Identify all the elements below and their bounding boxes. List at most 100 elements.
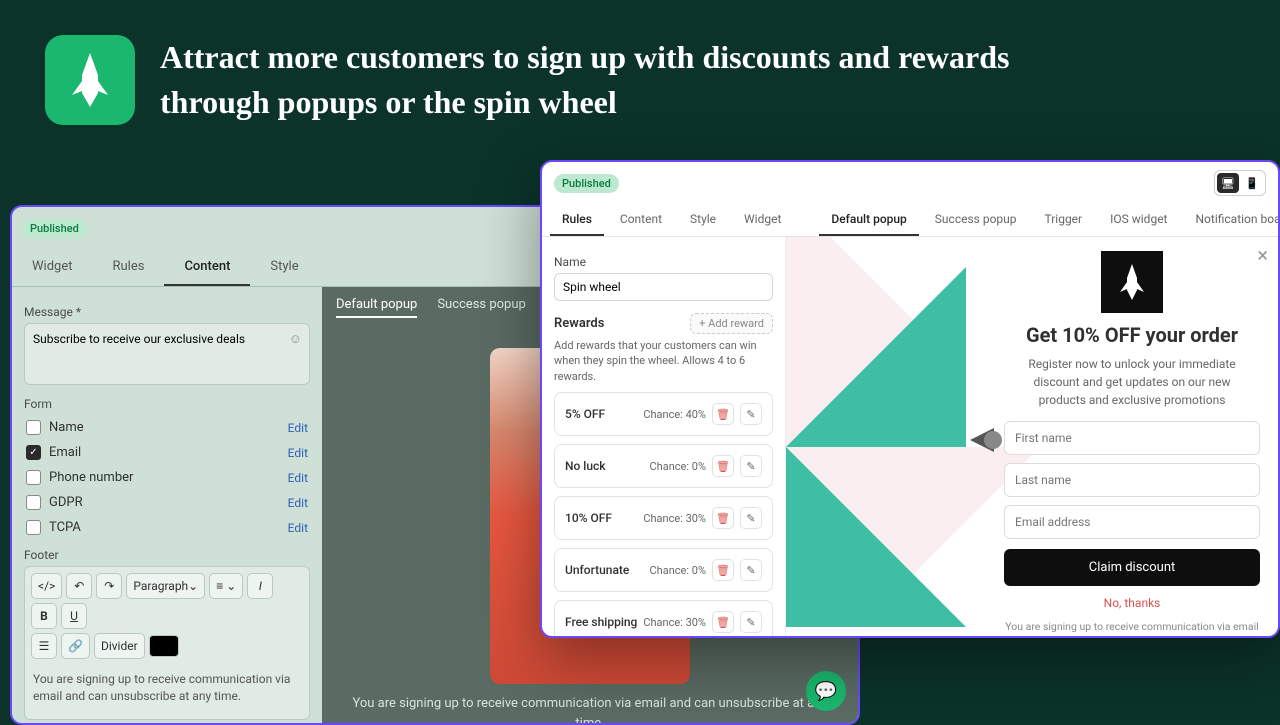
tab-widget[interactable]: Widget [12, 249, 92, 286]
desktop-icon[interactable]: 🖥 [1217, 173, 1239, 193]
edit-link[interactable]: Edit [288, 471, 308, 485]
preview-tab[interactable]: Trigger [1033, 204, 1095, 236]
reward-name: 10% OFF [565, 511, 612, 525]
reward-card: 10% OFF Chance: 30% 🗑 ✎ [554, 496, 773, 540]
align-icon[interactable]: ≡ ⌄ [209, 573, 243, 599]
preview-tab[interactable]: Success popup [437, 297, 526, 318]
checkbox[interactable] [26, 495, 41, 510]
form-section-label: Form [24, 397, 310, 411]
last-name-input[interactable] [1004, 463, 1260, 497]
edit-icon[interactable]: ✎ [740, 611, 762, 633]
reward-chance: Chance: 0% [650, 460, 707, 473]
chat-icon[interactable]: 💬 [806, 671, 846, 711]
edit-link[interactable]: Edit [288, 496, 308, 510]
edit-link[interactable]: Edit [288, 421, 308, 435]
italic-button[interactable]: I [247, 573, 273, 599]
tab-rules[interactable]: Rules [550, 204, 604, 236]
reward-chance: Chance: 30% [643, 616, 706, 629]
reward-name: Unfortunate [565, 563, 629, 577]
tab-style[interactable]: Style [250, 249, 318, 286]
tab-content[interactable]: Content [608, 204, 674, 236]
delete-icon[interactable]: 🗑 [712, 403, 734, 425]
decline-link[interactable]: No, thanks [1004, 596, 1260, 610]
form-field-row: TCPA Edit [24, 515, 310, 540]
form-field-row: ✓ Email Edit [24, 440, 310, 465]
form-field-row: GDPR Edit [24, 490, 310, 515]
hero-tagline: Attract more customers to sign up with d… [160, 35, 1100, 125]
reward-card: No luck Chance: 0% 🗑 ✎ [554, 444, 773, 488]
preview-tab[interactable]: Success popup [923, 204, 1029, 236]
underline-button[interactable]: U [61, 603, 87, 629]
rewards-label: Rewards [554, 316, 604, 331]
checkbox[interactable] [26, 420, 41, 435]
status-badge: Published [554, 174, 619, 193]
footer-section-label: Footer [24, 548, 310, 562]
rocket-icon [66, 51, 114, 109]
reward-card: 5% OFF Chance: 40% 🗑 ✎ [554, 392, 773, 436]
form-field-row: Phone number Edit [24, 465, 310, 490]
tab-content[interactable]: Content [164, 249, 250, 286]
delete-icon[interactable]: 🗑 [712, 455, 734, 477]
spin-wheel[interactable]: 5% OFFNo luck10% OFFUnfortunateFree ship… [786, 237, 986, 638]
preview-tab[interactable]: Default popup [819, 204, 918, 236]
promo-title: Get 10% OFF your order [1004, 323, 1260, 347]
edit-icon[interactable]: ✎ [740, 507, 762, 529]
edit-link[interactable]: Edit [288, 521, 308, 535]
paragraph-select[interactable]: Paragraph ⌄ [126, 573, 205, 599]
reward-name: No luck [565, 459, 606, 473]
promo-disclaimer: You are signing up to receive communicat… [1004, 620, 1260, 638]
tab-style[interactable]: Style [678, 204, 728, 236]
tab-widget[interactable]: Widget [732, 204, 793, 236]
divider-button[interactable]: Divider [94, 633, 145, 659]
field-label: Phone number [49, 470, 133, 485]
reward-card: Unfortunate Chance: 0% 🗑 ✎ [554, 548, 773, 592]
add-reward-button[interactable]: + Add reward [690, 313, 773, 334]
app-logo [45, 35, 135, 125]
delete-icon[interactable]: 🗑 [712, 507, 734, 529]
redo-icon[interactable]: ↷ [96, 573, 122, 599]
form-field-row: Name Edit [24, 415, 310, 440]
field-label: GDPR [49, 495, 83, 510]
checkbox[interactable] [26, 520, 41, 535]
color-swatch[interactable] [149, 635, 179, 657]
mobile-icon[interactable]: 📱 [1241, 173, 1263, 193]
emoji-icon[interactable]: ☺ [289, 331, 302, 347]
name-input[interactable] [554, 273, 773, 301]
message-label: Message * [24, 305, 310, 319]
field-label: Name [49, 420, 84, 435]
device-toggle[interactable]: 🖥 📱 [1214, 170, 1266, 196]
list-icon[interactable]: ☰ [31, 633, 57, 659]
first-name-input[interactable] [1004, 421, 1260, 455]
reward-chance: Chance: 0% [650, 564, 707, 577]
reward-name: Free shipping [565, 615, 637, 629]
reward-chance: Chance: 30% [643, 512, 706, 525]
edit-icon[interactable]: ✎ [740, 403, 762, 425]
checkbox[interactable]: ✓ [26, 445, 41, 460]
edit-icon[interactable]: ✎ [740, 559, 762, 581]
code-icon[interactable]: </> [31, 573, 62, 599]
tab-rules[interactable]: Rules [92, 249, 164, 286]
preview-footer-text: You are signing up to receive communicat… [322, 694, 858, 725]
field-label: TCPA [49, 520, 81, 535]
promo-subtitle: Register now to unlock your immediate di… [1004, 355, 1260, 409]
field-label: Email [49, 445, 81, 460]
preview-tab[interactable]: Default popup [336, 297, 417, 318]
edit-icon[interactable]: ✎ [740, 455, 762, 477]
delete-icon[interactable]: 🗑 [712, 559, 734, 581]
bold-button[interactable]: B [31, 603, 57, 629]
undo-icon[interactable]: ↶ [66, 573, 92, 599]
preview-tab[interactable]: IOS widget [1098, 204, 1179, 236]
footer-text-content[interactable]: You are signing up to receive communicat… [31, 663, 303, 713]
preview-tab[interactable]: Notification board [1183, 204, 1280, 236]
link-icon[interactable]: 🔗 [61, 633, 90, 659]
checkbox[interactable] [26, 470, 41, 485]
reward-name: 5% OFF [565, 407, 605, 421]
message-input[interactable] [24, 323, 310, 385]
claim-discount-button[interactable]: Claim discount [1004, 549, 1260, 586]
email-input[interactable] [1004, 505, 1260, 539]
close-icon[interactable]: × [1257, 243, 1268, 267]
edit-link[interactable]: Edit [288, 446, 308, 460]
delete-icon[interactable]: 🗑 [712, 611, 734, 633]
reward-chance: Chance: 40% [643, 408, 706, 421]
name-label: Name [554, 255, 773, 269]
